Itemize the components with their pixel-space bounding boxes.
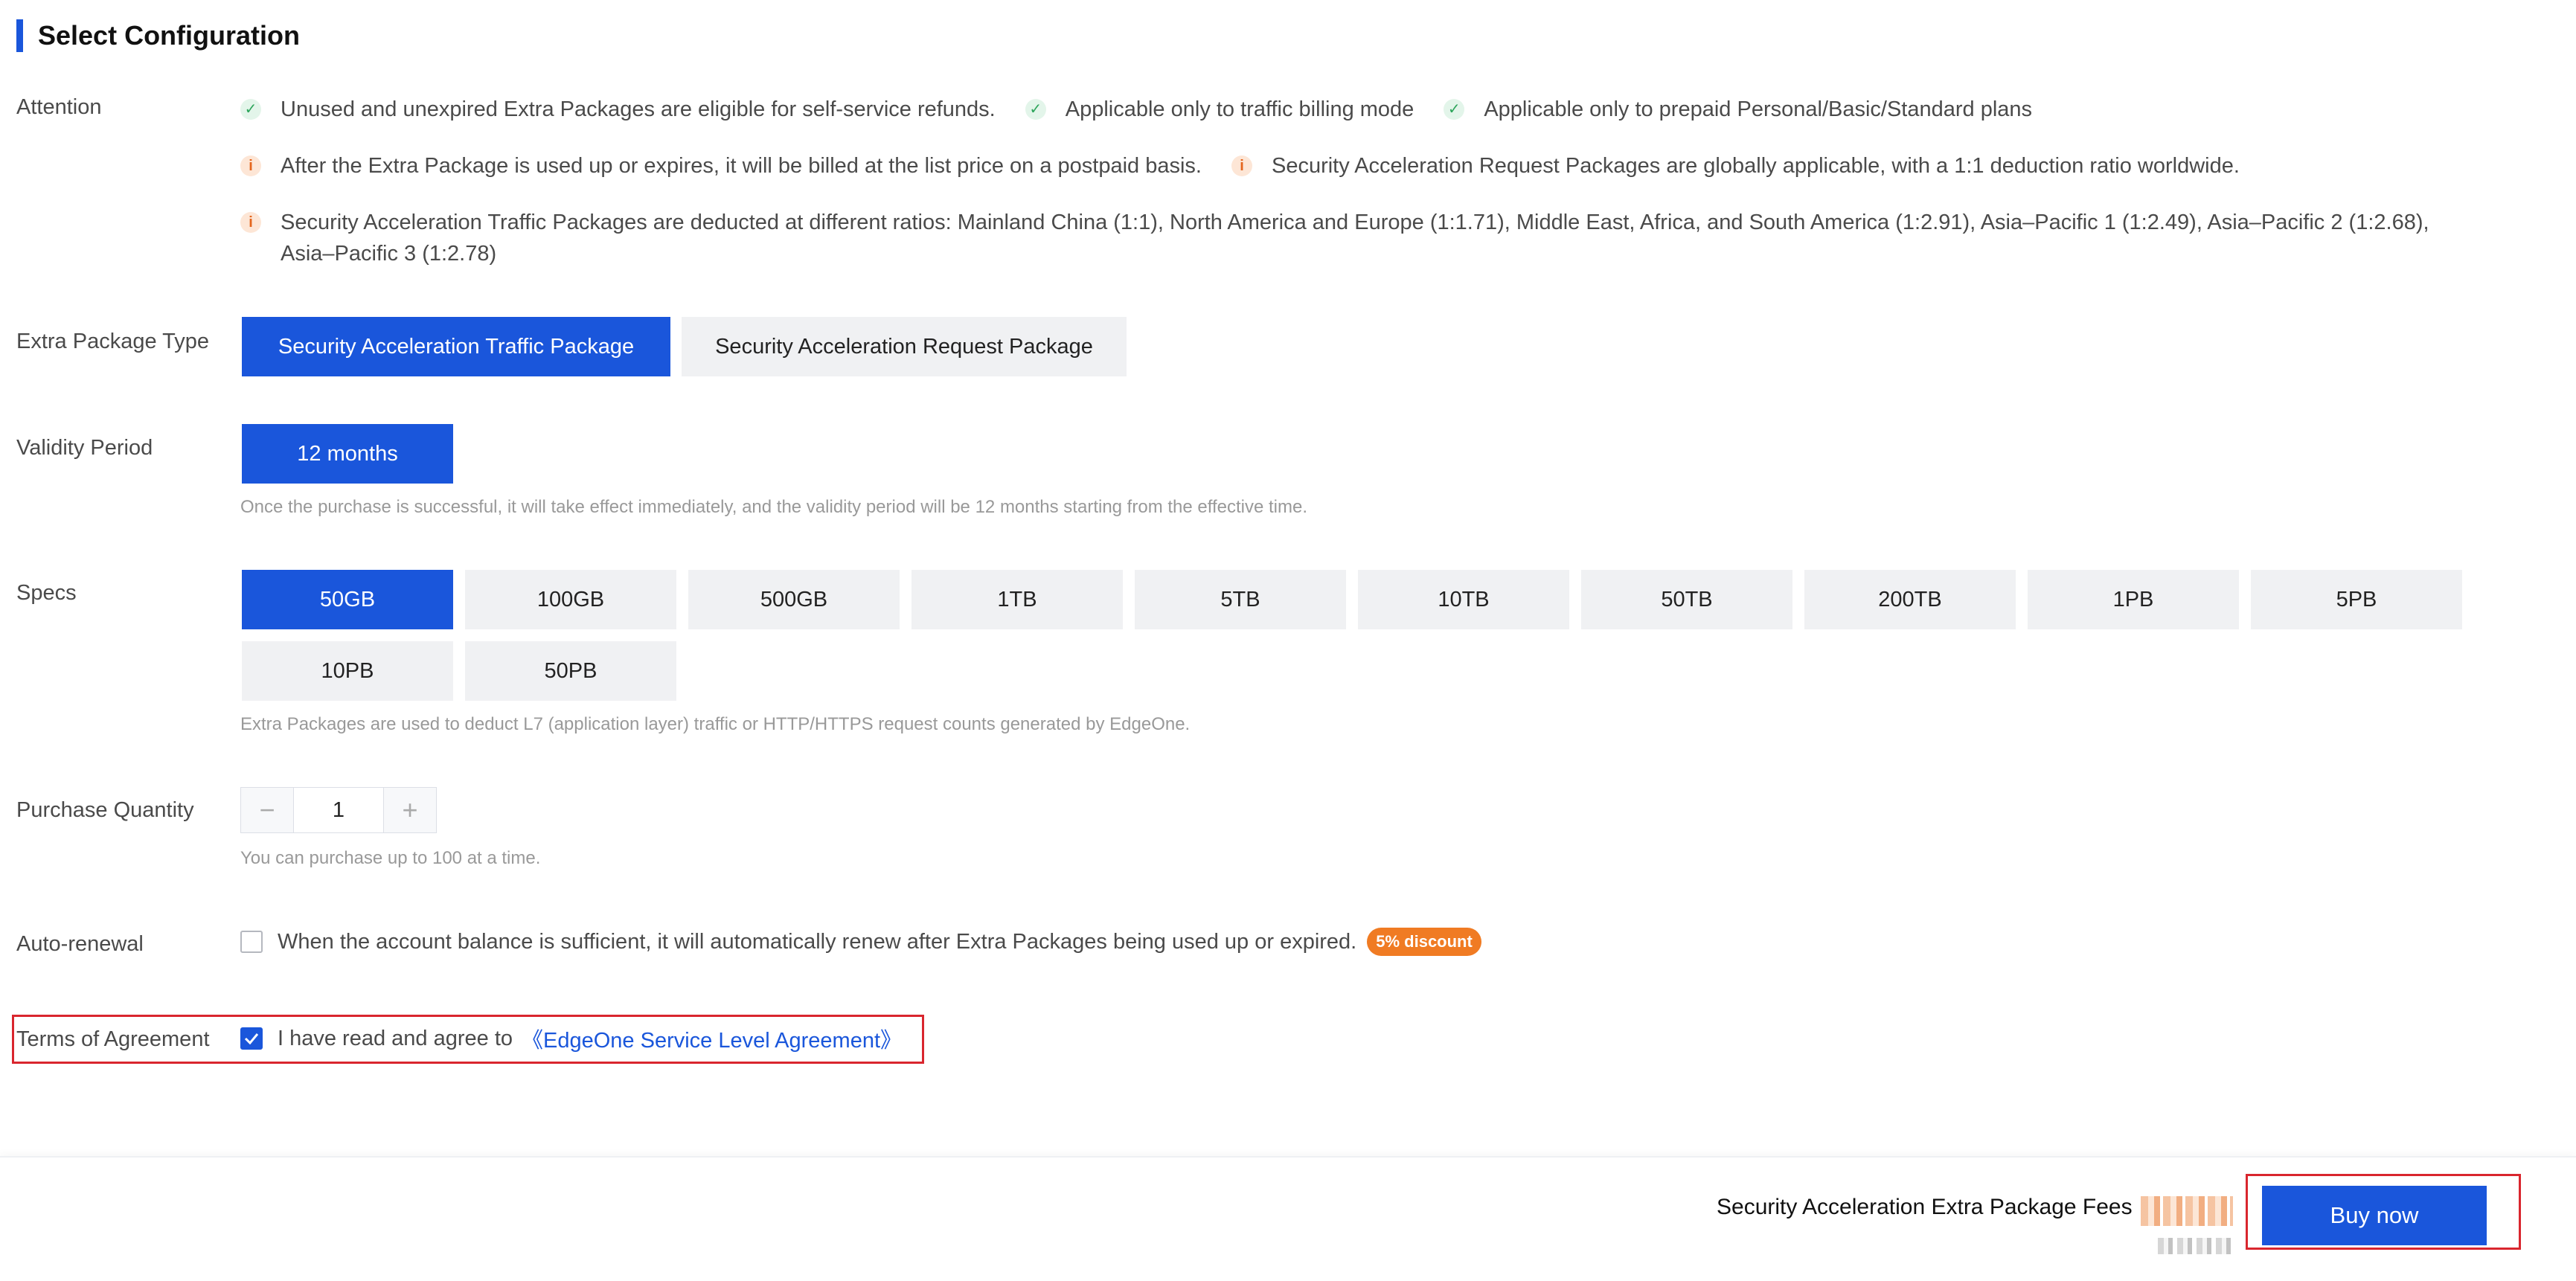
title-accent-bar	[16, 19, 23, 52]
attention-row-3: i Security Acceleration Traffic Packages…	[240, 207, 2473, 269]
terms-label: Terms of Agreement	[16, 1027, 210, 1051]
check-icon: ✓	[1444, 99, 1465, 120]
check-icon: ✓	[1025, 99, 1046, 120]
fee-label: Security Acceleration Extra Package Fees	[1717, 1195, 2133, 1219]
attention-item: ✓ Applicable only to traffic billing mod…	[1025, 94, 1414, 125]
terms-checkbox[interactable]	[240, 1027, 263, 1050]
specs-hint: Extra Packages are used to deduct L7 (ap…	[240, 714, 1191, 734]
spec-5tb[interactable]: 5TB	[1135, 570, 1346, 629]
info-icon: i	[240, 155, 261, 176]
quantity-stepper: − 1 +	[240, 787, 437, 833]
spec-200tb[interactable]: 200TB	[1804, 570, 2016, 629]
option-traffic-package[interactable]: Security Acceleration Traffic Package	[242, 317, 670, 376]
attention-label: Attention	[16, 95, 102, 119]
option-12-months[interactable]: 12 months	[242, 424, 453, 484]
auto-renewal-checkbox[interactable]	[240, 931, 263, 953]
section-header: Select Configuration	[16, 19, 300, 52]
decrement-button[interactable]: −	[241, 788, 293, 832]
validity-hint: Once the purchase is successful, it will…	[240, 497, 1307, 517]
attention-row-1: ✓ Unused and unexpired Extra Packages ar…	[240, 94, 2062, 125]
increment-button[interactable]: +	[384, 788, 436, 832]
attention-item: i After the Extra Package is used up or …	[240, 150, 1202, 182]
specs-label: Specs	[16, 581, 77, 605]
buy-now-button[interactable]: Buy now	[2262, 1186, 2487, 1245]
page-title: Select Configuration	[38, 20, 301, 51]
spec-10tb[interactable]: 10TB	[1358, 570, 1569, 629]
service-agreement-link[interactable]: 《EdgeOne Service Level Agreement》	[522, 1023, 902, 1054]
spec-50tb[interactable]: 50TB	[1581, 570, 1792, 629]
terms-row: I have read and agree to 《EdgeOne Servic…	[240, 1023, 902, 1054]
quantity-hint: You can purchase up to 100 at a time.	[240, 848, 541, 868]
spec-10pb[interactable]: 10PB	[242, 641, 453, 701]
info-icon: i	[1231, 155, 1252, 176]
info-icon: i	[240, 212, 261, 233]
spec-1tb[interactable]: 1TB	[911, 570, 1123, 629]
spec-50pb[interactable]: 50PB	[465, 641, 676, 701]
validity-label: Validity Period	[16, 436, 153, 460]
spec-50gb[interactable]: 50GB	[242, 570, 453, 629]
price-original-redacted	[2158, 1238, 2232, 1254]
quantity-label: Purchase Quantity	[16, 798, 194, 822]
spec-1pb[interactable]: 1PB	[2028, 570, 2239, 629]
attention-item: ✓ Applicable only to prepaid Personal/Ba…	[1444, 94, 2032, 125]
auto-renewal-row: When the account balance is sufficient, …	[240, 928, 1481, 956]
quantity-input[interactable]: 1	[293, 788, 384, 832]
package-type-label: Extra Package Type	[16, 330, 210, 353]
auto-renewal-label: Auto-renewal	[16, 932, 144, 956]
auto-renewal-text: When the account balance is sufficient, …	[278, 929, 1357, 954]
spec-5pb[interactable]: 5PB	[2251, 570, 2462, 629]
check-icon: ✓	[240, 99, 261, 120]
spec-500gb[interactable]: 500GB	[688, 570, 900, 629]
discount-badge: 5% discount	[1367, 928, 1481, 956]
option-request-package[interactable]: Security Acceleration Request Package	[682, 317, 1127, 376]
checkmark-icon	[244, 1033, 259, 1044]
attention-item: ✓ Unused and unexpired Extra Packages ar…	[240, 94, 996, 125]
attention-row-2: i After the Extra Package is used up or …	[240, 150, 2269, 182]
spec-100gb[interactable]: 100GB	[465, 570, 676, 629]
terms-text: I have read and agree to	[278, 1026, 513, 1050]
attention-item: i Security Acceleration Request Packages…	[1231, 150, 2240, 182]
price-amount-redacted	[2141, 1196, 2233, 1226]
